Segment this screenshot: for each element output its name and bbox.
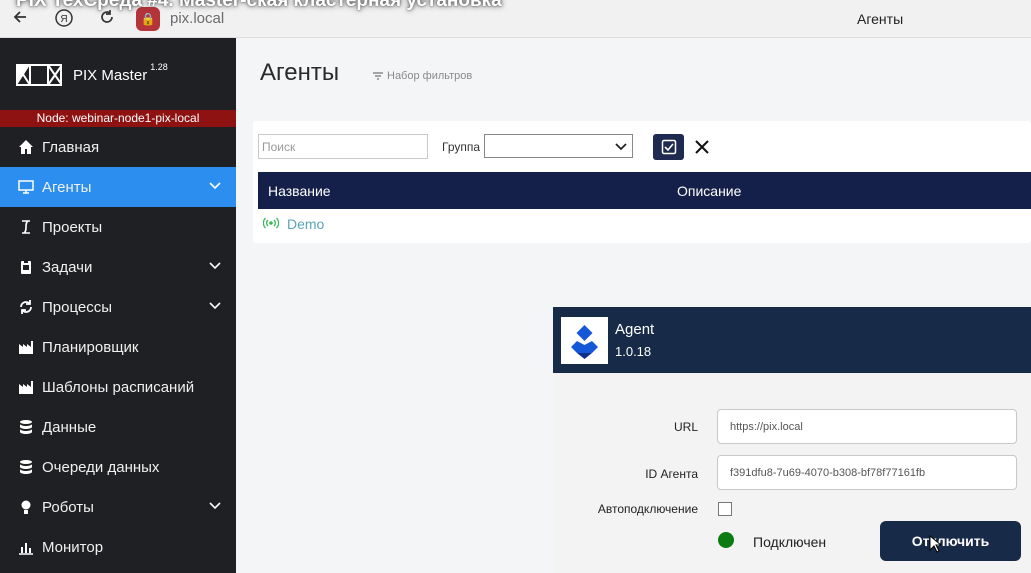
- sidebar-item-tasks[interactable]: Задачи: [0, 247, 236, 287]
- search-input[interactable]: [258, 134, 428, 159]
- sidebar-item-home[interactable]: Главная: [0, 127, 236, 167]
- sidebar-item-label: Главная: [42, 138, 100, 156]
- robot-icon: [18, 499, 34, 515]
- agent-id-label: ID Агента: [645, 467, 698, 481]
- brand-name: PIX Master 1.28: [73, 61, 168, 84]
- node-badge: Node: webinar-node1-pix-local: [0, 110, 236, 127]
- sidebar-item-processes[interactable]: Процессы: [0, 287, 236, 327]
- autoconnect-label: Автоподключение: [597, 502, 698, 516]
- sidebar-item-projects[interactable]: Проекты: [0, 207, 236, 247]
- agent-window-header: Agent 1.0.18: [553, 307, 1031, 373]
- sidebar-item-label: Данные: [42, 418, 97, 436]
- group-label: Группа: [442, 140, 481, 154]
- pix-logo-icon: [16, 64, 62, 86]
- brand-version: 1.28: [150, 61, 168, 72]
- chevron-down-icon[interactable]: [209, 501, 221, 511]
- bar-chart-icon: [18, 539, 34, 555]
- monitor-icon: [18, 179, 34, 195]
- chevron-down-icon[interactable]: [209, 261, 221, 271]
- sidebar-item-label: Шаблоны расписаний: [42, 378, 195, 396]
- table-row[interactable]: Demo: [258, 209, 1031, 239]
- page-title: Агенты: [260, 59, 340, 86]
- column-header-description[interactable]: Описание: [677, 183, 741, 199]
- url-label: URL: [673, 420, 698, 434]
- sidebar-item-data[interactable]: Данные: [0, 407, 236, 447]
- agent-name-link[interactable]: Demo: [287, 216, 324, 232]
- sidebar-item-label: Монитор: [42, 538, 104, 556]
- browser-toolbar: Я 🔒 pix.local Агенты PIX ТехСреда #4. Ma…: [0, 0, 1031, 38]
- address-bar[interactable]: pix.local: [170, 10, 224, 27]
- sidebar-menu: Главная Агенты Проекты Задачи Процессы П…: [0, 127, 236, 567]
- video-title-overlay: PIX ТехСреда #4. Master-ская кластерная …: [16, 0, 502, 11]
- column-header-name[interactable]: Название: [268, 183, 331, 199]
- database-stack-icon: [18, 459, 34, 475]
- group-select[interactable]: [484, 134, 633, 158]
- factory-icon: [18, 339, 34, 355]
- filter-icon: [373, 72, 383, 80]
- filter-set-label: Набор фильтров: [387, 70, 473, 82]
- database-icon: [18, 419, 34, 435]
- agent-id-field[interactable]: f391dfu8-7u69-4070-b308-bf78f77161fb: [717, 455, 1017, 490]
- mouse-cursor-icon: [929, 535, 941, 553]
- broadcast-icon: [263, 217, 279, 229]
- url-field[interactable]: https://pix.local: [717, 409, 1017, 444]
- sidebar-item-label: Планировщик: [42, 338, 139, 356]
- sidebar-item-schedule-templates[interactable]: Шаблоны расписаний: [0, 367, 236, 407]
- sidebar-item-label: Роботы: [42, 498, 94, 516]
- sidebar: PIX Master 1.28 Node: webinar-node1-pix-l…: [0, 38, 236, 573]
- brand[interactable]: PIX Master 1.28: [16, 62, 168, 88]
- disconnect-button[interactable]: Отключить: [880, 521, 1021, 561]
- agent-window: Agent 1.0.18 URL https://pix.local ID Аг…: [553, 307, 1031, 573]
- chevron-down-icon: [615, 143, 627, 151]
- sidebar-item-label: Агенты: [42, 178, 92, 196]
- sidebar-item-label: Задачи: [42, 258, 93, 276]
- status-indicator: [718, 532, 734, 548]
- check-square-icon: [661, 139, 676, 155]
- chevron-down-icon[interactable]: [209, 301, 221, 311]
- sidebar-item-scheduler[interactable]: Планировщик: [0, 327, 236, 367]
- agent-app-version: 1.0.18: [615, 344, 652, 359]
- sidebar-item-agents[interactable]: Агенты: [0, 167, 236, 207]
- close-icon[interactable]: [693, 138, 711, 156]
- sync-icon: [18, 299, 34, 315]
- table-header: Название Описание: [258, 172, 1031, 209]
- agent-app-name: Agent: [615, 321, 655, 338]
- factory-icon: [18, 379, 34, 395]
- home-icon: [18, 139, 34, 155]
- agent-logo-icon: [561, 317, 608, 364]
- sidebar-item-robots[interactable]: Роботы: [0, 487, 236, 527]
- svg-text:Я: Я: [60, 14, 67, 25]
- sidebar-item-label: Очереди данных: [42, 458, 160, 476]
- autoconnect-checkbox[interactable]: [718, 502, 732, 516]
- script-icon: [18, 219, 34, 235]
- filter-set-link[interactable]: Набор фильтров: [373, 70, 472, 82]
- tab-title: Агенты: [857, 11, 904, 27]
- chevron-down-icon[interactable]: [209, 181, 221, 191]
- sidebar-item-data-queues[interactable]: Очереди данных: [0, 447, 236, 487]
- sidebar-item-monitor[interactable]: Монитор: [0, 527, 236, 567]
- apply-filter-button[interactable]: [653, 134, 684, 160]
- clipboard-icon: [18, 259, 34, 275]
- sidebar-item-label: Процессы: [42, 298, 113, 316]
- sidebar-item-label: Проекты: [42, 218, 103, 236]
- connection-status: Подключен: [753, 534, 827, 550]
